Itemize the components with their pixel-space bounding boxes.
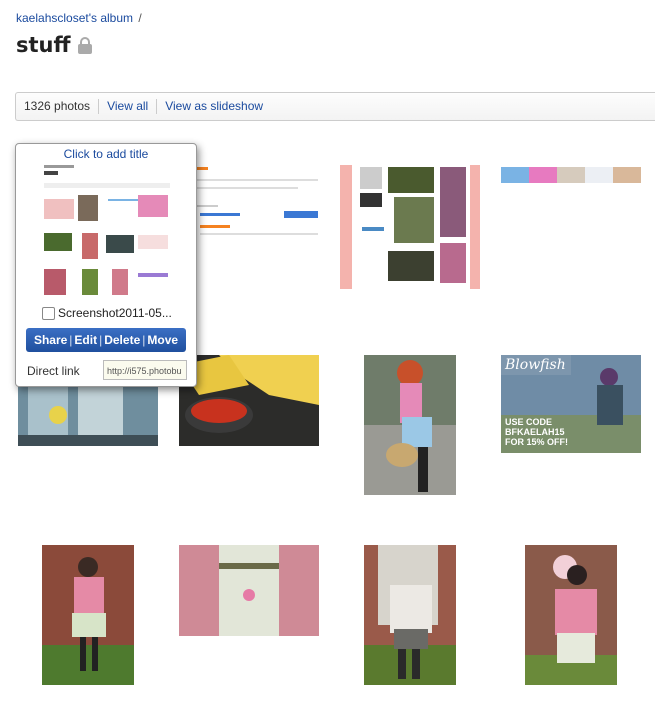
move-button[interactable]: Move xyxy=(147,333,178,347)
photo-popup: Click to add title Screenshot2011-05... … xyxy=(15,143,197,387)
svg-text:USE CODE: USE CODE xyxy=(505,417,552,427)
photo-thumbnail[interactable] xyxy=(340,165,480,289)
svg-text:FOR 15% OFF!: FOR 15% OFF! xyxy=(505,437,568,447)
direct-link-field[interactable]: http://i575.photobu xyxy=(103,360,187,380)
photo-thumbnail[interactable] xyxy=(179,355,319,446)
photo-thumbnail[interactable] xyxy=(364,355,456,495)
filename: Screenshot2011-05... xyxy=(58,306,172,320)
photo-thumbnail[interactable] xyxy=(178,165,320,247)
svg-text:Blowfish: Blowfish xyxy=(504,357,566,373)
page-title: stuff xyxy=(16,33,71,57)
photo-thumbnail[interactable] xyxy=(525,545,617,685)
lock-icon xyxy=(77,36,92,54)
svg-text:BFKAELAH15: BFKAELAH15 xyxy=(505,427,565,437)
photo-thumbnail[interactable] xyxy=(179,545,319,636)
edit-button[interactable]: Edit xyxy=(74,333,97,347)
add-title-link[interactable]: Click to add title xyxy=(16,147,196,161)
filename-row: Screenshot2011-05... xyxy=(42,306,172,320)
popup-thumbnail[interactable] xyxy=(42,163,172,303)
photo-count: 1326 photos xyxy=(16,99,100,114)
photo-thumbnail[interactable] xyxy=(364,545,456,685)
share-button[interactable]: Share xyxy=(34,333,67,347)
photo-thumbnail[interactable] xyxy=(42,545,134,685)
breadcrumb: kaelahscloset's album / xyxy=(16,11,142,25)
album-link[interactable]: kaelahscloset's album xyxy=(16,11,133,25)
photo-thumbnail[interactable]: Blowfish USE CODE BFKAELAH15 FOR 15% OFF! xyxy=(501,355,641,453)
action-bar: Share | Edit | Delete | Move xyxy=(26,328,186,352)
breadcrumb-separator: / xyxy=(138,11,142,25)
slideshow-link[interactable]: View as slideshow xyxy=(165,99,263,113)
select-checkbox[interactable] xyxy=(42,306,55,320)
direct-link-label: Direct link xyxy=(27,364,80,378)
title-row: stuff xyxy=(16,33,92,57)
delete-button[interactable]: Delete xyxy=(104,333,140,347)
photo-thumbnail[interactable] xyxy=(501,167,641,183)
view-all-link[interactable]: View all xyxy=(107,99,148,113)
album-toolbar: 1326 photos View all View as slideshow xyxy=(15,92,655,121)
